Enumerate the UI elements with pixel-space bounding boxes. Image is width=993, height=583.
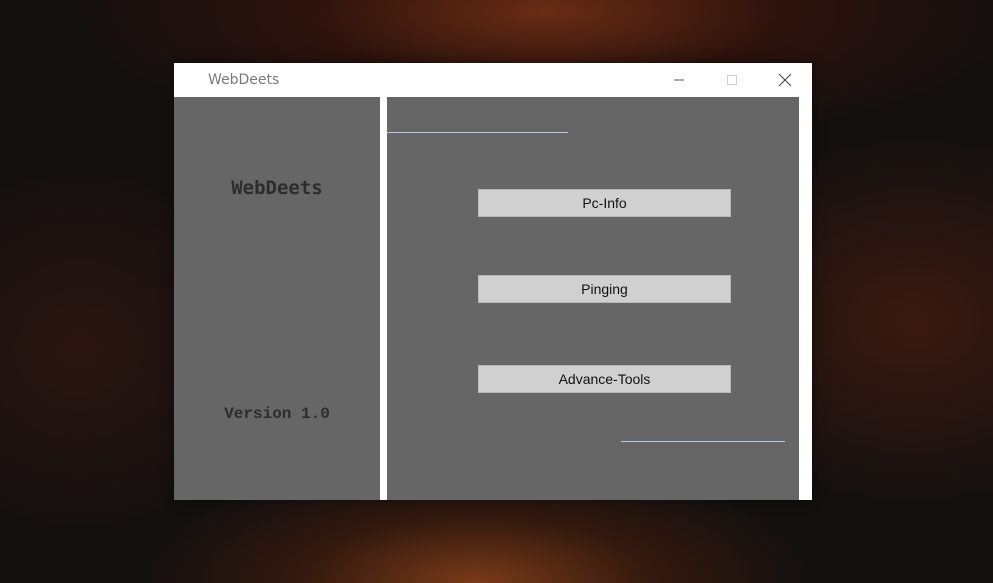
- maximize-button[interactable]: [707, 63, 757, 97]
- minimize-button[interactable]: [654, 63, 704, 97]
- title-bar[interactable]: WebDeets: [174, 63, 812, 97]
- main-panel: Pc-Info Pinging Advance-Tools: [387, 97, 799, 500]
- close-icon: [778, 73, 792, 87]
- version-label: Version 1.0: [224, 405, 330, 423]
- advance-tools-button[interactable]: Advance-Tools: [478, 365, 731, 393]
- window-title: WebDeets: [208, 72, 280, 88]
- app-title: WebDeets: [231, 177, 323, 199]
- app-window: WebDeets WebDeets Version 1.0 Pc-Info Pi…: [174, 63, 812, 500]
- pc-info-button[interactable]: Pc-Info: [478, 189, 731, 217]
- sidebar-panel: WebDeets Version 1.0: [174, 97, 380, 500]
- minimize-icon: [674, 79, 684, 81]
- pinging-button[interactable]: Pinging: [478, 275, 731, 303]
- bottom-divider-line: [621, 441, 785, 442]
- top-divider-line: [387, 132, 568, 133]
- maximize-icon: [727, 75, 737, 85]
- close-button[interactable]: [760, 63, 810, 97]
- window-content: WebDeets Version 1.0 Pc-Info Pinging Adv…: [174, 97, 812, 500]
